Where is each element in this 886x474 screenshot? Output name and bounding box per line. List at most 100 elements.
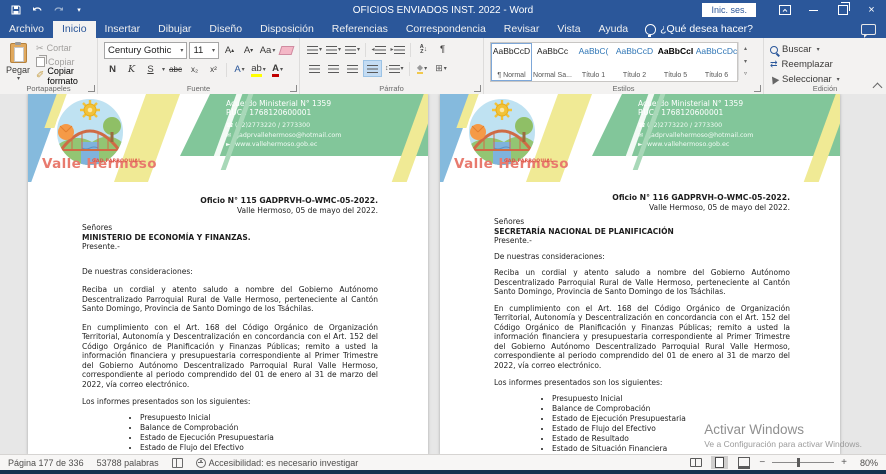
list-intro[interactable]: Los informes presentados son los siguien… <box>494 378 790 388</box>
tab-dibujar[interactable]: Dibujar <box>149 21 200 38</box>
tab-referencias[interactable]: Referencias <box>323 21 397 38</box>
styles-scroll-down-icon[interactable]: ▾ <box>739 55 752 68</box>
style-titulo-5[interactable]: AaBbCcI Título 5 <box>655 43 696 81</box>
print-layout-button[interactable] <box>711 456 728 469</box>
zoom-in-button[interactable]: + <box>841 457 847 468</box>
cut-button[interactable]: ✂ Cortar <box>36 42 93 54</box>
styles-dialog-launcher-icon[interactable] <box>754 85 761 92</box>
font-dialog-launcher-icon[interactable] <box>290 85 297 92</box>
list-item[interactable]: Estado de Flujo del Efectivo <box>552 424 790 434</box>
restore-button[interactable] <box>828 0 857 20</box>
tab-ayuda[interactable]: Ayuda <box>590 21 638 38</box>
font-size-combo[interactable]: 11▾ <box>189 42 219 59</box>
underline-dropdown-icon[interactable]: ▾ <box>162 66 165 73</box>
underline-button[interactable]: S <box>142 62 159 77</box>
align-center-button[interactable] <box>325 61 342 76</box>
list-item[interactable]: Estado de Resultado <box>552 434 790 444</box>
shading-button[interactable]: ◆▾ <box>414 61 431 76</box>
replace-button[interactable]: ⇄ Reemplazar <box>770 58 882 71</box>
list-item[interactable]: Balance de Comprobación <box>140 423 378 433</box>
redo-icon[interactable] <box>52 4 64 16</box>
line-spacing-button[interactable]: ↕▾ <box>384 61 405 76</box>
align-left-button[interactable] <box>306 61 323 76</box>
list-item[interactable]: Presupuesto Inicial <box>552 394 790 404</box>
borders-button[interactable]: ⊞▾ <box>433 61 450 76</box>
font-color-button[interactable]: A▾ <box>269 62 286 77</box>
bullets-button[interactable]: ▾ <box>306 42 323 57</box>
minimize-button[interactable] <box>799 0 828 20</box>
style-titulo-2[interactable]: AaBbCcD Título 2 <box>614 43 655 81</box>
tab-disposicion[interactable]: Disposición <box>251 21 323 38</box>
close-button[interactable]: × <box>857 0 886 20</box>
grow-font-button[interactable]: A▴ <box>221 43 238 58</box>
list-item[interactable]: Presupuesto Inicial <box>140 413 378 423</box>
subscript-button[interactable]: x₂ <box>186 62 203 77</box>
format-painter-button[interactable]: ✐ Copiar formato <box>36 70 93 82</box>
styles-scroll-up-icon[interactable]: ▴ <box>739 42 752 55</box>
align-right-button[interactable] <box>344 61 361 76</box>
italic-button[interactable]: K <box>123 62 140 77</box>
list-item[interactable]: Balance de Comprobación <box>552 404 790 414</box>
paragraph-1[interactable]: Reciba un cordial y atento saludo a nomb… <box>494 268 790 297</box>
change-case-button[interactable]: Aa▾ <box>259 43 276 58</box>
word-count[interactable]: 53788 palabras <box>97 458 159 468</box>
sort-button[interactable]: AZ↓ <box>415 42 432 57</box>
oficio-number[interactable]: Oficio N° 115 GADPRVH-O-WMC-05-2022. <box>82 196 378 206</box>
clipboard-dialog-launcher-icon[interactable] <box>88 85 95 92</box>
list-item[interactable]: Estado de Flujo del Efectivo <box>140 443 378 453</box>
paste-button[interactable]: Pegar ▾ <box>6 42 30 82</box>
recipient-block[interactable]: Señores MINISTERIO DE ECONOMÍA Y FINANZA… <box>82 223 378 252</box>
style-titulo-6[interactable]: AaBbCcDc Título 6 <box>696 43 737 81</box>
letter-body[interactable]: Oficio N° 116 GADPRVH-O-WMC-05-2022. Val… <box>440 193 840 455</box>
zoom-level[interactable]: 80% <box>854 458 878 468</box>
read-mode-button[interactable] <box>687 456 704 469</box>
font-name-combo[interactable]: Century Gothic▾ <box>104 42 187 59</box>
tab-insertar[interactable]: Insertar <box>96 21 150 38</box>
web-layout-button[interactable] <box>735 456 752 469</box>
justify-button[interactable] <box>363 60 382 77</box>
report-list[interactable]: Presupuesto Inicial Balance de Comprobac… <box>140 413 378 456</box>
strikethrough-button[interactable]: abc <box>167 62 184 77</box>
tab-revisar[interactable]: Revisar <box>495 21 549 38</box>
tab-vista[interactable]: Vista <box>548 21 589 38</box>
tab-correspondencia[interactable]: Correspondencia <box>397 21 495 38</box>
accessibility-status[interactable]: Accesibilidad: es necesario investigar <box>196 458 359 468</box>
greeting[interactable]: De nuestras consideraciones: <box>82 267 378 277</box>
tab-archivo[interactable]: Archivo <box>0 21 53 38</box>
increase-indent-button[interactable]: ▸ <box>389 42 406 57</box>
oficio-number[interactable]: Oficio N° 116 GADPRVH-O-WMC-05-2022. <box>494 193 790 203</box>
zoom-out-button[interactable]: − <box>759 457 765 468</box>
text-effects-button[interactable]: A▾ <box>231 62 248 77</box>
letter-body[interactable]: Oficio N° 115 GADPRVH-O-WMC-05-2022. Val… <box>28 196 428 455</box>
tell-me-box[interactable]: ¿Qué desea hacer? <box>637 21 761 38</box>
ribbon-display-options-icon[interactable] <box>770 0 799 20</box>
paragraph-2[interactable]: En cumplimiento con el Art. 168 del Códi… <box>494 304 790 371</box>
find-button[interactable]: Buscar▾ <box>770 43 882 56</box>
list-item[interactable]: Estado de Situación Financiera <box>552 444 790 454</box>
report-list[interactable]: Presupuesto Inicial Balance de Comprobac… <box>552 394 790 456</box>
paragraph-2[interactable]: En cumplimiento con el Art. 168 del Códi… <box>82 323 378 390</box>
page-count[interactable]: Página 177 de 336 <box>8 458 84 468</box>
styles-more-icon[interactable]: ▿ <box>739 67 752 80</box>
show-marks-button[interactable]: ¶ <box>434 42 451 57</box>
comments-icon[interactable] <box>861 24 876 35</box>
letter-date[interactable]: Valle Hermoso, 05 de mayo del 2022. <box>494 203 790 213</box>
sign-in-button[interactable]: Inic. ses. <box>702 3 756 17</box>
paragraph-1[interactable]: Reciba un cordial y atento saludo a nomb… <box>82 285 378 314</box>
tab-inicio[interactable]: Inicio <box>53 21 96 38</box>
zoom-slider[interactable] <box>772 462 834 463</box>
greeting[interactable]: De nuestras consideraciones: <box>494 252 790 262</box>
customize-qat-icon[interactable]: ▾ <box>73 4 85 16</box>
save-icon[interactable] <box>10 4 22 16</box>
clear-formatting-button[interactable] <box>278 43 295 58</box>
document-workspace[interactable]: Acuerdo Ministerial N° 1359 RUC : 176812… <box>0 94 886 455</box>
recipient-block[interactable]: Señores SECRETARÍA NACIONAL DE PLANIFICA… <box>494 217 790 246</box>
paragraph-dialog-launcher-icon[interactable] <box>474 85 481 92</box>
list-item[interactable]: Estado de Ejecución Presupuestaria <box>552 414 790 424</box>
decrease-indent-button[interactable]: ◂ <box>370 42 387 57</box>
superscript-button[interactable]: x² <box>205 62 222 77</box>
multilevel-list-button[interactable]: ▾ <box>344 42 361 57</box>
proofing-status[interactable] <box>172 458 183 468</box>
document-page-2[interactable]: Acuerdo Ministerial N° 1359 RUC : 176812… <box>440 94 840 455</box>
zoom-slider-thumb[interactable] <box>797 458 800 467</box>
